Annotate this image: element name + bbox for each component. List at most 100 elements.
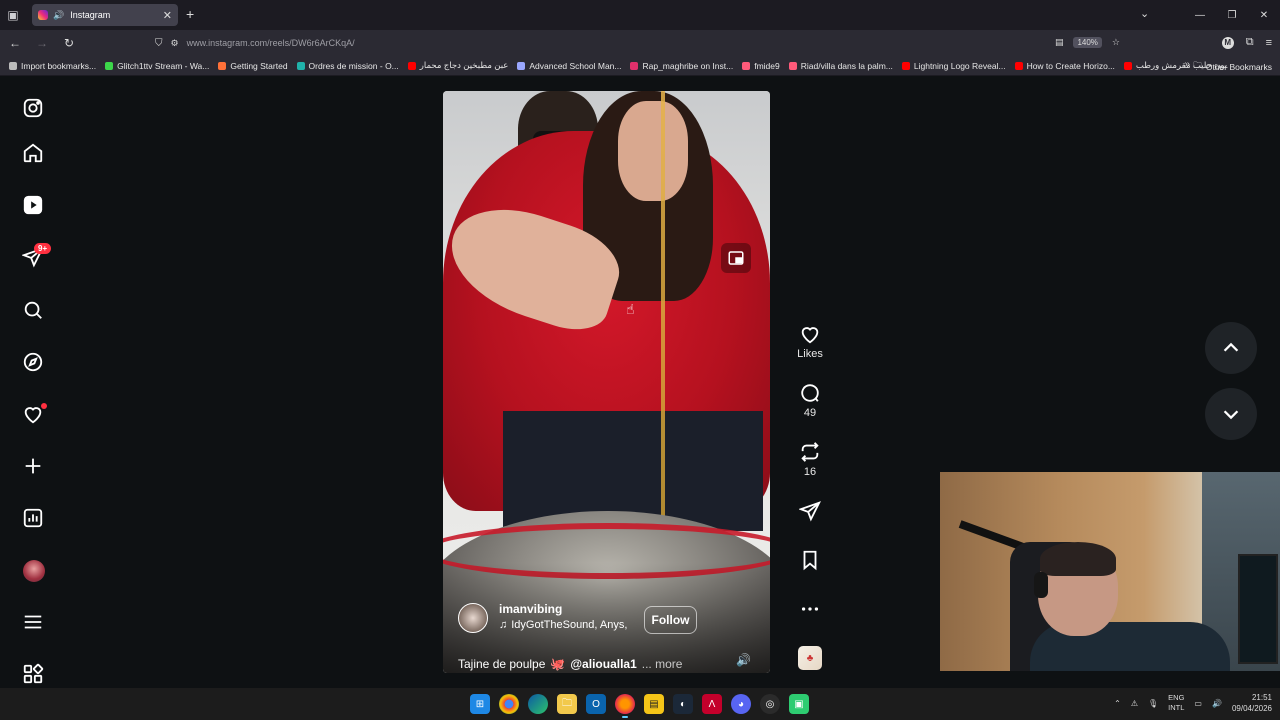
instagram-logo-icon[interactable] (21, 96, 45, 120)
bookmark-item[interactable]: Getting Started (218, 61, 288, 71)
profile-avatar[interactable] (23, 560, 45, 582)
bookmark-item[interactable]: Import bookmarks... (9, 61, 96, 71)
steam-icon[interactable]: ◐ (673, 694, 693, 714)
chevron-down-icon[interactable]: ⌄ (1140, 7, 1149, 20)
bookmark-item[interactable]: Lightning Logo Reveal... (901, 60, 1006, 71)
close-tab-icon[interactable]: ✕ (163, 9, 172, 22)
bookmark-favicon-icon (517, 61, 526, 70)
bookmark-item[interactable]: How to Create Horizo... (1014, 60, 1115, 71)
microphone-icon[interactable]: 🎙 (1148, 699, 1158, 708)
caption-mention[interactable]: @alioualla1 (570, 657, 636, 671)
chrome-icon[interactable] (499, 694, 519, 714)
notes-app-icon[interactable]: ▤ (644, 694, 664, 714)
next-reel-button[interactable] (1205, 388, 1257, 440)
bookmark-label: Import bookmarks... (21, 60, 97, 71)
explore-icon[interactable] (21, 350, 45, 374)
previous-reel-button[interactable] (1205, 322, 1257, 374)
chevron-up-icon (1223, 342, 1239, 352)
create-icon[interactable] (21, 454, 45, 478)
bookmarks-overflow-icon[interactable]: » (1184, 59, 1190, 70)
tab-list-icon[interactable]: ▣ (0, 0, 26, 30)
app-a-icon[interactable]: Λ (702, 694, 722, 714)
bookmark-favicon-icon (218, 61, 227, 70)
picture-in-picture-icon[interactable] (721, 243, 751, 273)
bookmark-label: Glitch1ttv Stream - Wa... (117, 60, 210, 71)
url-text[interactable]: www.instagram.com/reels/DW6r6ArCKqA/ (187, 38, 355, 48)
search-icon[interactable] (21, 298, 45, 322)
file-explorer-icon[interactable]: 🗀 (557, 694, 577, 714)
likes-label: Likes (797, 348, 823, 360)
audio-thumbnail[interactable]: ♣ (798, 646, 822, 670)
dashboard-icon[interactable] (21, 506, 45, 530)
obs-icon[interactable]: ◎ (760, 694, 780, 714)
outlook-icon[interactable]: O (586, 694, 606, 714)
share-button[interactable] (790, 500, 830, 522)
bookmark-item[interactable]: Rap_maghribe on Inst... (630, 61, 733, 71)
new-tab-button[interactable]: + (186, 6, 194, 22)
reels-icon[interactable] (21, 193, 45, 217)
android-app-icon[interactable]: ▣ (789, 694, 809, 714)
comment-button[interactable]: 49 (790, 382, 830, 419)
clock[interactable]: 21:51 09/04/2026 (1232, 692, 1272, 714)
author-username[interactable]: imanvibing (499, 602, 562, 616)
bookmark-icon (803, 550, 817, 571)
menu-icon[interactable]: ≡ (1266, 37, 1272, 49)
also-from-meta-icon[interactable] (21, 662, 45, 686)
bookmark-item[interactable]: fmide9 (742, 61, 780, 71)
bookmark-item[interactable]: Glitch1ttv Stream - Wa... (105, 61, 209, 71)
toolbar-right: M ⧉ ≡ (1221, 36, 1272, 49)
reload-button[interactable]: ↻ (57, 31, 81, 55)
like-button[interactable]: Likes (790, 323, 830, 360)
extensions-icon[interactable]: ⧉ (1246, 36, 1254, 49)
zoom-level[interactable]: 140% (1073, 37, 1102, 48)
more-menu-icon[interactable] (21, 610, 45, 634)
bookmark-item[interactable]: عبن مطبخين دجاج محمار (407, 60, 508, 71)
tab-instagram[interactable]: 🔊 Instagram ✕ (32, 4, 178, 26)
back-button[interactable]: ← (3, 31, 27, 55)
comment-icon (801, 384, 819, 402)
home-icon[interactable] (21, 141, 45, 165)
network-off-icon[interactable]: ⚠ (1131, 699, 1138, 708)
bookmark-label: Lightning Logo Reveal... (913, 60, 1006, 71)
volume-tray-icon[interactable]: 🔊 (1212, 699, 1222, 708)
firefox-icon[interactable] (615, 694, 635, 718)
minimize-button[interactable]: — (1184, 0, 1216, 30)
caption-more-link[interactable]: ... more (642, 657, 683, 671)
repost-icon (801, 442, 819, 462)
audio-info[interactable]: ♫ IdyGotTheSound, Anys, (499, 619, 627, 631)
account-avatar[interactable]: M (1221, 36, 1234, 49)
save-button[interactable] (790, 549, 830, 571)
bookmark-item[interactable]: Riad/villa dans la palm... (788, 61, 893, 71)
close-window-button[interactable]: ✕ (1248, 0, 1280, 30)
follow-button[interactable]: Follow (644, 606, 697, 634)
start-button-icon[interactable]: ⊞ (470, 694, 490, 714)
language-indicator[interactable]: ENG INTL (1168, 693, 1184, 713)
url-bar[interactable]: ⛉ ⚙ www.instagram.com/reels/DW6r6ArCKqA/ (155, 33, 1128, 53)
bookmark-item[interactable]: Advanced School Man... (517, 61, 621, 71)
music-note-icon: ♫ (499, 619, 508, 631)
repost-button[interactable]: 16 (790, 441, 830, 478)
permissions-icon[interactable]: ⚙ (171, 38, 179, 49)
folder-icon: 🗀 (1193, 60, 1202, 70)
bookmarks-bar: Import bookmarks... Glitch1ttv Stream - W… (0, 56, 1280, 76)
bookmark-star-icon[interactable]: ☆ (1112, 37, 1120, 48)
other-bookmarks[interactable]: 🗀 Other Bookmarks (1193, 60, 1272, 74)
tray-overflow-icon[interactable]: ⌃ (1114, 699, 1121, 708)
reader-view-icon[interactable]: ▤ (1055, 37, 1064, 48)
edge-icon[interactable] (528, 694, 548, 714)
forward-button[interactable]: → (30, 31, 54, 55)
discord-icon[interactable]: ◕ (731, 694, 751, 714)
author-avatar[interactable] (458, 603, 488, 633)
display-icon[interactable]: ▭ (1194, 699, 1202, 708)
restore-button[interactable]: ❐ (1216, 0, 1248, 30)
bookmark-item[interactable]: Ordres de mission - O... (296, 61, 399, 71)
volume-icon[interactable]: 🔊 (736, 653, 751, 667)
bookmark-label: How to Create Horizo... (1026, 60, 1115, 71)
reel-video[interactable]: imanvibing ♫ IdyGotTheSound, Anys, Follo… (443, 91, 770, 673)
shield-icon[interactable]: ⛉ (155, 38, 163, 49)
bookmark-favicon-icon (1014, 61, 1023, 70)
speaker-icon[interactable]: 🔊 (53, 10, 64, 21)
more-options-button[interactable] (790, 598, 830, 620)
bookmark-favicon-icon (630, 61, 639, 70)
video-oil-stream (661, 91, 665, 571)
